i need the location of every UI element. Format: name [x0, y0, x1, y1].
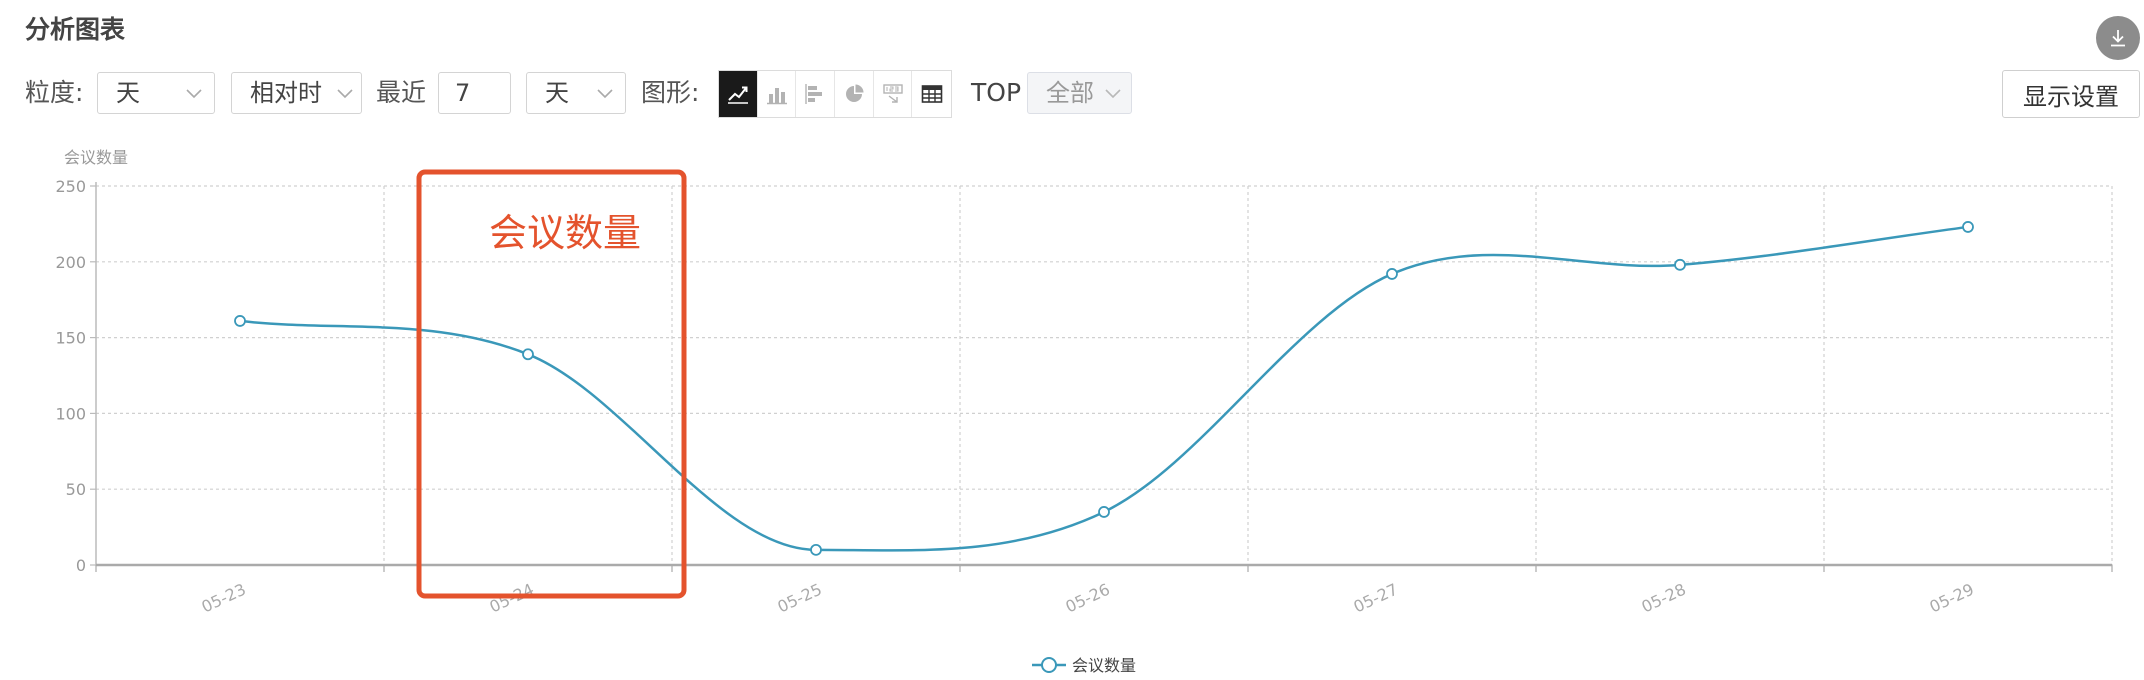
y-tick-label: 100: [55, 404, 86, 423]
x-tick-label: 05-23: [199, 580, 249, 617]
x-tick-label: 05-29: [1927, 580, 1977, 617]
data-point[interactable]: [522, 348, 534, 361]
x-tick-label: 05-27: [1351, 580, 1401, 617]
y-tick-label: 250: [55, 177, 86, 196]
y-axis-title: 会议数量: [64, 148, 128, 167]
data-point[interactable]: [1962, 221, 1974, 233]
y-tick-label: 200: [55, 253, 86, 272]
data-point[interactable]: [1386, 268, 1398, 280]
chart-series: [234, 221, 1974, 556]
y-tick-label: 50: [66, 480, 86, 499]
highlight-annotation: 会议数量: [489, 211, 641, 255]
chart-legend[interactable]: 会议数量: [1032, 656, 1136, 675]
legend-marker-point: [1041, 657, 1057, 673]
data-point[interactable]: [1098, 506, 1110, 518]
data-point[interactable]: [810, 543, 822, 556]
y-tick-label: 150: [55, 329, 86, 348]
data-point[interactable]: [1674, 258, 1686, 271]
x-tick-label: 05-28: [1639, 580, 1689, 617]
line-chart: 05010015020025005-23 05-24 05-25 05-26 05-27…: [55, 148, 2113, 675]
chart-axes: 05010015020025005-23 05-24 05-25 05-26 05-27…: [55, 177, 2113, 617]
data-point[interactable]: [234, 315, 246, 327]
series-line: [239, 225, 1969, 552]
x-tick-label: 05-25: [775, 580, 825, 617]
legend-label: 会议数量: [1072, 656, 1136, 675]
y-tick-label: 0: [76, 556, 86, 575]
x-tick-label: 05-26: [1063, 580, 1113, 617]
